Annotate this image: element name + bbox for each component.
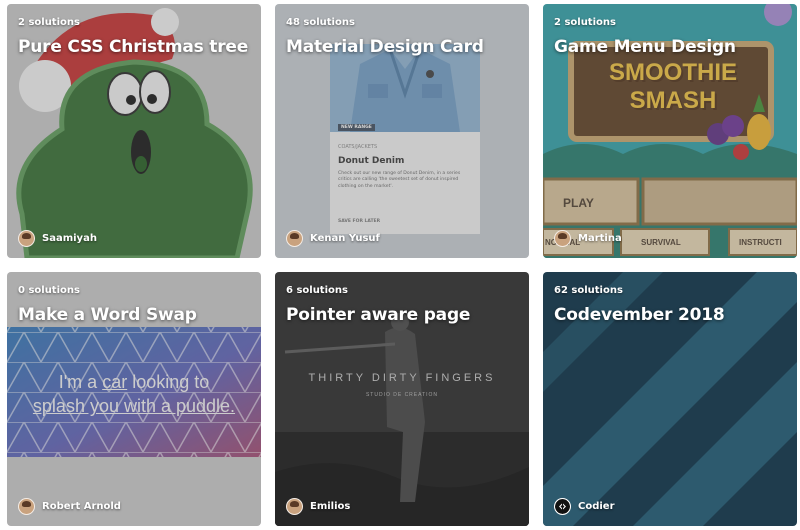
codier-logo-icon <box>554 498 571 515</box>
author-name: Codier <box>578 501 615 512</box>
card-author[interactable]: Codier <box>554 498 615 515</box>
user-avatar-icon <box>18 230 35 247</box>
challenge-grid: 2 solutions Pure CSS Christmas tree Saam… <box>0 0 800 530</box>
solution-count: 0 solutions <box>18 285 80 296</box>
card-title[interactable]: Material Design Card <box>286 37 484 57</box>
card-title[interactable]: Game Menu Design <box>554 37 736 57</box>
challenge-card-christmas-tree[interactable]: 2 solutions Pure CSS Christmas tree Saam… <box>7 4 261 258</box>
user-avatar-icon <box>554 230 571 247</box>
challenge-card-game-menu[interactable]: SMOOTHIE SMASH PLAY NORMAL SURVIVAL INST… <box>543 4 797 258</box>
card-title[interactable]: Pointer aware page <box>286 305 470 325</box>
solution-count: 2 solutions <box>18 17 80 28</box>
card-title[interactable]: Pure CSS Christmas tree <box>18 37 248 57</box>
solution-count: 2 solutions <box>554 17 616 28</box>
card-author[interactable]: Saamiyah <box>18 230 97 247</box>
solution-count: 6 solutions <box>286 285 348 296</box>
challenge-card-pointer-aware[interactable]: THIRTY DIRTY FINGERS STUDIO DE CREATION … <box>275 272 529 526</box>
card-author[interactable]: Robert Arnold <box>18 498 121 515</box>
card-title[interactable]: Make a Word Swap <box>18 305 197 325</box>
challenge-card-word-swap[interactable]: I'm a car looking to splash you with a p… <box>7 272 261 526</box>
author-name: Robert Arnold <box>42 501 121 512</box>
author-name: Emilios <box>310 501 351 512</box>
author-name: Kenan Yusuf <box>310 233 380 244</box>
author-name: Saamiyah <box>42 233 97 244</box>
challenge-card-codevember[interactable]: 62 solutions Codevember 2018 Codier <box>543 272 797 526</box>
challenge-card-material-design[interactable]: NEW RANGE COATS/JACKETS Donut Denim Chec… <box>275 4 529 258</box>
author-name: Martina <box>578 233 622 244</box>
solution-count: 48 solutions <box>286 17 355 28</box>
user-avatar-icon <box>286 230 303 247</box>
user-avatar-icon <box>18 498 35 515</box>
solution-count: 62 solutions <box>554 285 623 296</box>
user-avatar-icon <box>286 498 303 515</box>
card-author[interactable]: Emilios <box>286 498 350 515</box>
card-title[interactable]: Codevember 2018 <box>554 305 725 325</box>
card-author[interactable]: Martina <box>554 230 622 247</box>
card-author[interactable]: Kenan Yusuf <box>286 230 380 247</box>
